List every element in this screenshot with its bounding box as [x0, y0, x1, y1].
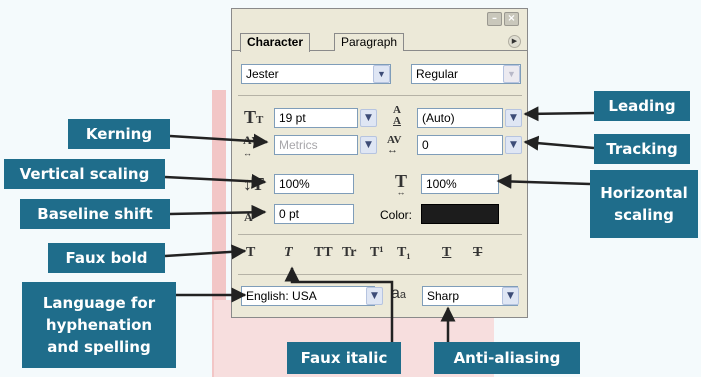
small-caps-button[interactable]: Tr	[342, 245, 357, 261]
callout-horizontal-scaling-line1: Horizontal	[600, 184, 688, 202]
font-family-value: Jester	[246, 67, 279, 81]
palette-title-bar: – ×	[232, 9, 527, 29]
callout-horizontal-scaling: Horizontal scaling	[590, 170, 698, 238]
horizontal-scale-icon: T ↔	[394, 171, 407, 197]
callout-antialiasing: Anti-aliasing	[434, 342, 580, 374]
kerning-field[interactable]: Metrics	[274, 135, 358, 155]
font-size-value: 19 pt	[279, 111, 306, 125]
callout-language-line3: and spelling	[47, 338, 151, 356]
baseline-shift-value: 0 pt	[279, 207, 300, 221]
faux-italic-button[interactable]: T	[284, 245, 293, 261]
superscript-button[interactable]: T¹	[370, 245, 384, 261]
font-style-field[interactable]: Regular ▼	[411, 64, 521, 84]
tracking-icon: AV ↔	[387, 134, 402, 156]
leading-field[interactable]: (Auto)	[417, 108, 503, 128]
strikethrough-button[interactable]: T	[473, 245, 482, 261]
tab-paragraph[interactable]: Paragraph	[334, 33, 405, 51]
chevron-down-icon[interactable]: ▼	[373, 65, 390, 83]
vertical-scale-icon: ↕T	[243, 174, 265, 194]
chevron-down-icon[interactable]: ▼	[360, 109, 377, 127]
callout-language-line2: hyphenation	[45, 316, 153, 334]
arrow-leading	[523, 106, 595, 122]
all-caps-button[interactable]: TT	[314, 245, 333, 261]
horizontal-scale-value: 100%	[426, 177, 457, 191]
palette-menu-button[interactable]: ▶	[508, 35, 521, 48]
chevron-down-icon[interactable]: ▼	[360, 136, 377, 154]
divider	[238, 234, 522, 235]
font-size-icon: TT	[244, 107, 264, 127]
vertical-scale-field[interactable]: 100%	[274, 174, 354, 194]
callout-faux-bold: Faux bold	[48, 243, 165, 273]
language-field[interactable]: English: USA	[241, 286, 375, 306]
font-size-field[interactable]: 19 pt	[274, 108, 358, 128]
antialias-icon: aa	[391, 285, 407, 302]
divider	[238, 274, 522, 275]
baseline-shift-icon: Aa	[244, 209, 257, 224]
vertical-scale-value: 100%	[279, 177, 310, 191]
chevron-down-icon[interactable]: ▼	[503, 65, 520, 83]
underline-button[interactable]: T	[442, 245, 451, 261]
horizontal-scale-field[interactable]: 100%	[421, 174, 499, 194]
color-swatch[interactable]	[421, 204, 499, 224]
chevron-down-icon[interactable]: ▼	[502, 287, 519, 305]
tab-strip: Character Paragraph ▶	[232, 29, 527, 52]
leading-value: (Auto)	[422, 111, 455, 125]
callout-baseline-shift: Baseline shift	[20, 199, 170, 229]
color-label: Color:	[380, 208, 413, 222]
callout-language: Language for hyphenation and spelling	[22, 282, 176, 368]
callout-horizontal-scaling-line2: scaling	[614, 206, 674, 224]
antialias-value: Sharp	[427, 289, 460, 303]
divider	[238, 95, 522, 96]
callout-tracking: Tracking	[594, 134, 690, 164]
callout-vertical-scaling: Vertical scaling	[4, 159, 165, 189]
language-value: English: USA	[246, 289, 317, 303]
minimize-button[interactable]: –	[487, 12, 502, 26]
font-style-value: Regular	[416, 67, 459, 81]
kerning-icon: AV ↔	[243, 133, 259, 158]
font-family-field[interactable]: Jester ▼	[241, 64, 391, 84]
subscript-button[interactable]: T₁	[397, 245, 411, 261]
chevron-down-icon[interactable]: ▼	[505, 109, 522, 127]
chevron-down-icon[interactable]: ▼	[505, 136, 522, 154]
tracking-field[interactable]: 0	[417, 135, 503, 155]
callout-leading: Leading	[594, 91, 690, 121]
character-palette: – × Character Paragraph ▶ Jester ▼ Regul…	[231, 8, 528, 318]
leading-icon: AA	[393, 104, 401, 127]
close-button[interactable]: ×	[504, 12, 519, 26]
chevron-down-icon[interactable]: ▼	[366, 287, 383, 305]
tab-character[interactable]: Character	[240, 33, 311, 52]
arrow-tracking	[523, 135, 595, 151]
callout-faux-italic: Faux italic	[287, 342, 401, 374]
callout-kerning: Kerning	[68, 119, 170, 149]
faux-bold-button[interactable]: T	[246, 245, 255, 261]
baseline-shift-field[interactable]: 0 pt	[274, 204, 354, 224]
tracking-value: 0	[422, 138, 429, 152]
callout-language-line1: Language for	[42, 294, 156, 312]
kerning-value: Metrics	[279, 138, 318, 152]
